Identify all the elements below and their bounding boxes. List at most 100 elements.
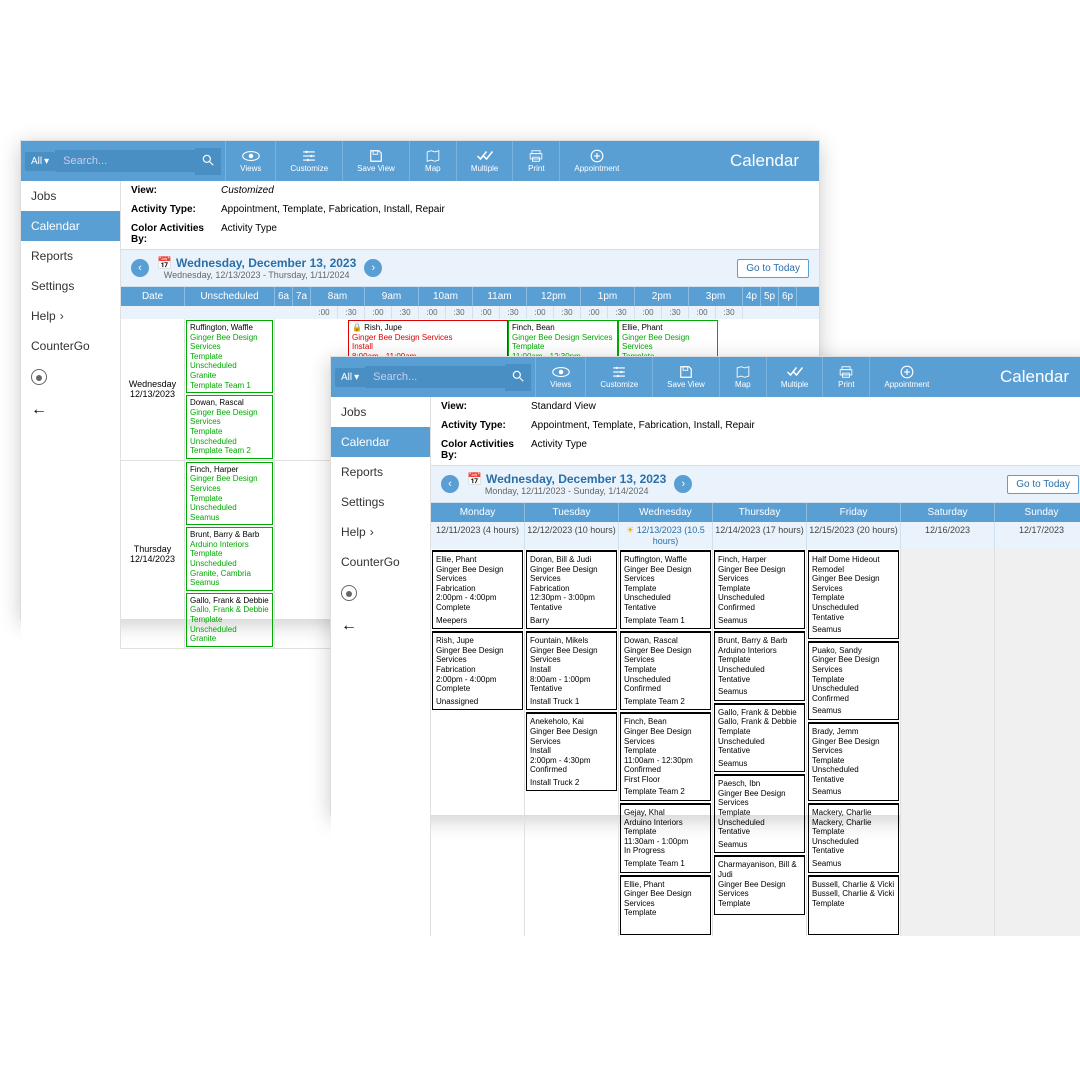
multiple-button[interactable]: Multiple: [766, 357, 823, 397]
week-body: Ellie, PhantGinger Bee Design ServicesFa…: [431, 549, 1080, 936]
event-card[interactable]: Ellie, PhantGinger Bee Design ServicesFa…: [432, 550, 523, 629]
sidebar-item-help[interactable]: Help›: [21, 301, 120, 331]
sidebar-item-calendar[interactable]: Calendar: [331, 427, 430, 457]
search-input[interactable]: [55, 150, 195, 172]
prev-button[interactable]: ‹: [131, 259, 149, 277]
event-card[interactable]: Brunt, Barry & BarbArduino InteriorsTemp…: [714, 631, 805, 701]
eye-icon: [242, 149, 260, 163]
date-header[interactable]: ☀ 12/13/2023 (10.5 hours): [619, 522, 713, 549]
date-header[interactable]: 12/16/2023: [901, 522, 995, 549]
sliders-icon: [610, 365, 628, 379]
color-by-value: Activity Type: [531, 439, 587, 461]
unscheduled-col: Finch, HarperGinger Bee Design ServicesT…: [185, 461, 275, 648]
print-icon: [527, 149, 545, 163]
appointment-button[interactable]: Appointment: [869, 357, 943, 397]
sidebar-item-jobs[interactable]: Jobs: [21, 181, 120, 211]
search-input[interactable]: [365, 366, 505, 388]
sidebar-item-help[interactable]: Help›: [331, 517, 430, 547]
event-card[interactable]: Mackery, CharlieMackery, CharlieTemplate…: [808, 803, 899, 873]
multiple-button[interactable]: Multiple: [456, 141, 513, 181]
collapse-sidebar-button[interactable]: ←: [21, 393, 120, 427]
event-card[interactable]: Rish, JupeGinger Bee Design ServicesFabr…: [432, 631, 523, 710]
sidebar: Jobs Calendar Reports Settings Help› Cou…: [21, 181, 121, 649]
views-button[interactable]: Views: [535, 357, 585, 397]
event-card[interactable]: Gejay, KhalArduino InteriorsTemplate11:3…: [620, 803, 711, 873]
day-header: Saturday: [901, 503, 995, 522]
event-card[interactable]: Half Dome Hideout RemodelGinger Bee Desi…: [808, 550, 899, 639]
event-card[interactable]: Gallo, Frank & DebbieGallo, Frank & Debb…: [186, 593, 273, 647]
calendar-header: Date Unscheduled 6a7a 8am9am 10am11am 12…: [121, 287, 819, 306]
day-column: [901, 549, 995, 936]
filter-all-button[interactable]: All ▾: [25, 152, 55, 171]
event-card[interactable]: Paesch, IbnGinger Bee Design ServicesTem…: [714, 774, 805, 853]
day-column: [995, 549, 1080, 936]
event-card[interactable]: Brunt, Barry & BarbArduino InteriorsTemp…: [186, 527, 273, 591]
event-card[interactable]: Finch, BeanGinger Bee Design ServicesTem…: [620, 712, 711, 801]
save-view-button[interactable]: Save View: [342, 141, 409, 181]
next-button[interactable]: ›: [364, 259, 382, 277]
event-card[interactable]: Bussell, Charlie & VickiBussell, Charlie…: [808, 875, 899, 935]
event-card[interactable]: Gallo, Frank & DebbieGallo, Frank & Debb…: [714, 703, 805, 773]
event-card[interactable]: Anekeholo, KaiGinger Bee Design Services…: [526, 712, 617, 791]
collapse-sidebar-button[interactable]: ←: [331, 609, 430, 643]
go-to-today-button[interactable]: Go to Today: [1007, 475, 1079, 494]
save-icon: [367, 149, 385, 163]
event-card[interactable]: Brady, JemmGinger Bee Design ServicesTem…: [808, 722, 899, 801]
sidebar-item-settings[interactable]: Settings: [331, 487, 430, 517]
customize-button[interactable]: Customize: [275, 141, 342, 181]
map-button[interactable]: Map: [409, 141, 456, 181]
search-icon: [511, 369, 525, 383]
day-column: Ellie, PhantGinger Bee Design ServicesFa…: [431, 549, 525, 936]
event-card[interactable]: Doran, Bill & JudiGinger Bee Design Serv…: [526, 550, 617, 629]
sidebar-item-calendar[interactable]: Calendar: [21, 211, 120, 241]
event-card[interactable]: Puako, SandyGinger Bee Design ServicesTe…: [808, 641, 899, 720]
date-header[interactable]: 12/11/2023 (4 hours): [431, 522, 525, 549]
views-button[interactable]: Views: [225, 141, 275, 181]
event-card[interactable]: Finch, HarperGinger Bee Design ServicesT…: [186, 462, 273, 526]
event-card[interactable]: Finch, HarperGinger Bee Design ServicesT…: [714, 550, 805, 629]
caret-down-icon: ▾: [354, 372, 359, 383]
prev-button[interactable]: ‹: [441, 475, 459, 493]
date-header[interactable]: 12/12/2023 (10 hours): [525, 522, 619, 549]
event-card[interactable]: Ruffington, WaffleGinger Bee Design Serv…: [186, 320, 273, 393]
event-card[interactable]: Dowan, RascalGinger Bee Design ServicesT…: [620, 631, 711, 710]
sidebar-item-reports[interactable]: Reports: [331, 457, 430, 487]
print-button[interactable]: Print: [822, 357, 869, 397]
sidebar-item-countergo[interactable]: CounterGo: [331, 547, 430, 577]
chevron-right-icon: ›: [370, 525, 374, 539]
sidebar-item-jobs[interactable]: Jobs: [331, 397, 430, 427]
customize-button[interactable]: Customize: [585, 357, 652, 397]
save-view-button[interactable]: Save View: [652, 357, 719, 397]
unscheduled-col: Ruffington, WaffleGinger Bee Design Serv…: [185, 319, 275, 460]
plus-circle-icon: [588, 149, 606, 163]
caret-down-icon: ▾: [44, 156, 49, 167]
filter-all-button[interactable]: All ▾: [335, 368, 365, 387]
app-title: Calendar: [980, 367, 1080, 387]
date-header[interactable]: 12/17/2023: [995, 522, 1080, 549]
view-value: Standard View: [531, 401, 596, 412]
search-button[interactable]: [195, 148, 221, 175]
event-card[interactable]: Ruffington, WaffleGinger Bee Design Serv…: [620, 550, 711, 629]
search-button[interactable]: [505, 364, 531, 391]
user-avatar-icon[interactable]: [31, 369, 47, 385]
user-avatar-icon[interactable]: [341, 585, 357, 601]
sidebar-item-settings[interactable]: Settings: [21, 271, 120, 301]
print-button[interactable]: Print: [512, 141, 559, 181]
sidebar-item-reports[interactable]: Reports: [21, 241, 120, 271]
event-card[interactable]: Dowan, RascalGinger Bee Design ServicesT…: [186, 395, 273, 459]
date-header[interactable]: 12/15/2023 (20 hours): [807, 522, 901, 549]
appointment-button[interactable]: Appointment: [559, 141, 633, 181]
save-icon: [677, 365, 695, 379]
event-card[interactable]: Fountain, MikelsGinger Bee Design Servic…: [526, 631, 617, 710]
view-value: Customized: [221, 185, 274, 196]
sidebar-item-countergo[interactable]: CounterGo: [21, 331, 120, 361]
event-card[interactable]: Ellie, PhantGinger Bee Design ServicesTe…: [620, 875, 711, 935]
event-card[interactable]: Charmayanison, Bill & JudiGinger Bee Des…: [714, 855, 805, 915]
date-header[interactable]: 12/14/2023 (17 hours): [713, 522, 807, 549]
chevron-right-icon: ›: [60, 309, 64, 323]
next-button[interactable]: ›: [674, 475, 692, 493]
go-to-today-button[interactable]: Go to Today: [737, 259, 809, 278]
day-header: Thursday: [713, 503, 807, 522]
map-button[interactable]: Map: [719, 357, 766, 397]
sliders-icon: [300, 149, 318, 163]
